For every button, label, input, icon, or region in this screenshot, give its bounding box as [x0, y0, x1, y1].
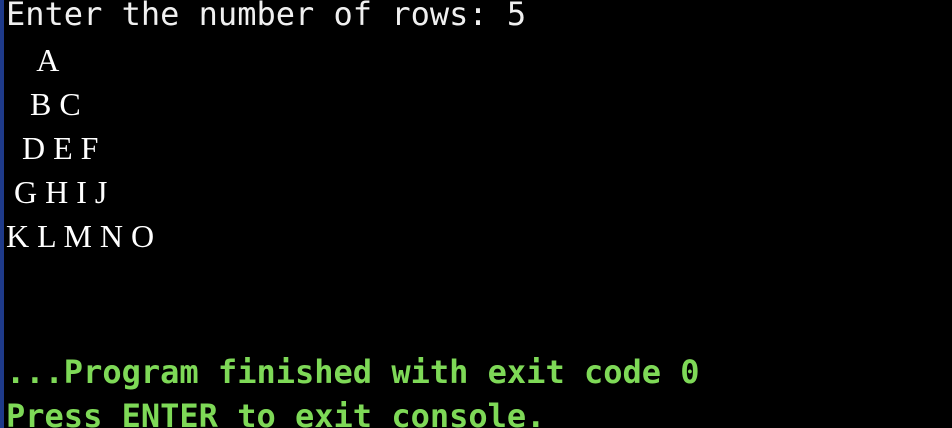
window-edge [0, 0, 4, 428]
input-prompt-line: Enter the number of rows: 5 [6, 0, 527, 33]
program-finished-message: ...Program finished with exit code 0 [6, 353, 700, 391]
pattern-row-2: B C [6, 86, 81, 122]
pattern-row-3: D E F [6, 130, 99, 166]
pattern-row-1: A [6, 42, 60, 78]
pattern-row-5: K L M N O [6, 218, 155, 254]
press-enter-message: Press ENTER to exit console. [6, 397, 546, 428]
pattern-row-4: G H I J [6, 174, 108, 210]
console-output[interactable]: Enter the number of rows: 5 A B C D E F … [0, 0, 952, 428]
